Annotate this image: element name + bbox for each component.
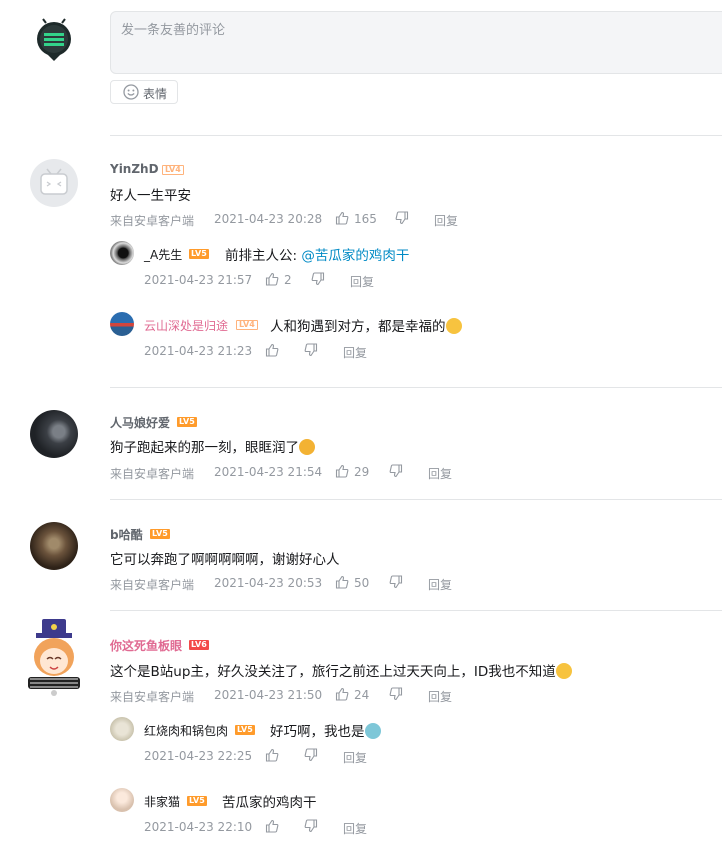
reply-username[interactable]: 红烧肉和锅包肉 [144,722,228,739]
reply-button[interactable]: 回复 [350,273,374,290]
like-count: 50 [354,576,370,590]
like-count: 165 [354,212,377,226]
reply-button[interactable]: 回复 [428,465,452,482]
my-avatar[interactable] [30,17,78,65]
comment-input-placeholder: 发一条友善的评论 [121,23,226,38]
thumb-up-icon[interactable] [335,464,349,478]
thumb-down-icon[interactable] [304,748,318,762]
comment-content: 狗子跑起来的那一刻，眼眶润了 [110,440,299,456]
thumb-up-icon[interactable] [265,343,279,357]
laugh-emoji-icon [555,663,572,679]
thumb-down-icon[interactable] [304,343,318,357]
reply-username[interactable]: 云山深处是归途 [144,317,228,334]
thumb-up-icon[interactable] [265,819,279,833]
reply-avatar[interactable] [110,312,134,336]
thumb-down-icon[interactable] [304,819,318,833]
emoji-button[interactable]: 表情 [110,80,178,104]
reply-avatar[interactable] [110,241,134,265]
thumb-up-icon[interactable] [335,575,349,589]
divider [110,135,722,136]
username[interactable]: 人马娘好爱 [110,414,170,431]
divider [110,499,722,500]
comment-text: 它可以奔跑了啊啊啊啊啊，谢谢好心人 [110,552,340,568]
level-badge: LV6 [189,640,209,650]
comment-text: 好人一生平安 [110,188,191,204]
comment-source: 来自安卓客户端 [110,578,195,592]
reply-username[interactable]: 非家猫 [144,793,180,810]
comment-time: 2021-04-23 21:54 [214,465,323,479]
username[interactable]: b哈酷 [110,526,143,543]
divider [110,387,722,388]
reply-button[interactable]: 回复 [343,820,367,837]
smile-icon [123,84,139,100]
reply-content: 好巧啊，我也是 [270,724,365,740]
reply-text: 前排主人公: @苦瓜家的鸡肉干 [225,244,409,264]
level-badge: LV5 [235,725,255,735]
hug-emoji-icon [364,723,381,739]
reply-text: 好巧啊，我也是 [270,720,381,740]
level-badge: LV5 [189,249,209,259]
thumb-down-icon[interactable] [389,575,403,589]
default-avatar-icon [40,168,68,195]
reply-text: 人和狗遇到对方，都是幸福的 [270,315,462,335]
reply-prefix: 前排主人公: [225,248,302,264]
avatar[interactable] [22,617,86,697]
like-count: 29 [354,465,370,479]
thumb-up-icon[interactable] [265,272,279,286]
reply-username[interactable]: _A先生 [144,246,182,263]
like-count: 24 [354,688,370,702]
thumb-down-icon[interactable] [389,464,403,478]
reply-button[interactable]: 回复 [428,576,452,593]
level-badge: LV5 [177,417,197,427]
reply-avatar[interactable] [110,788,134,812]
reply-button[interactable]: 回复 [428,688,452,705]
username[interactable]: YinZhD [110,162,159,176]
reply-time: 2021-04-23 21:57 [144,273,253,287]
comment-source: 来自安卓客户端 [110,214,195,228]
level-badge: LV5 [150,529,170,539]
level-badge: LV4 [236,320,258,330]
thumb-down-icon[interactable] [395,211,409,225]
smile-emoji-icon [445,318,462,334]
comment-source: 来自安卓客户端 [110,690,195,704]
comment-text: 狗子跑起来的那一刻，眼眶润了 [110,436,315,456]
comment-time: 2021-04-23 20:28 [214,212,323,226]
mention-link[interactable]: @苦瓜家的鸡肉干 [301,248,409,264]
reply-content: 人和狗遇到对方，都是幸福的 [270,319,446,335]
thumb-down-icon[interactable] [311,272,325,286]
username[interactable]: 你这死鱼板眼 [110,637,182,654]
comment-content: 这个是B站up主，好久没关注了，旅行之前还上过天天向上，ID我也不知道 [110,664,556,680]
reply-time: 2021-04-23 22:25 [144,749,253,763]
reply-button[interactable]: 回复 [343,749,367,766]
thumb-up-icon[interactable] [265,748,279,762]
avatar[interactable] [30,159,78,207]
reply-time: 2021-04-23 21:23 [144,344,253,358]
avatar[interactable] [30,522,78,570]
reply-button[interactable]: 回复 [434,212,458,229]
reply-button[interactable]: 回复 [343,344,367,361]
like-count: 2 [284,273,292,287]
reply-text: 苦瓜家的鸡肉干 [222,795,317,811]
comment-time: 2021-04-23 20:53 [214,576,323,590]
crying-emoji-icon [299,439,315,455]
thumb-up-icon[interactable] [335,687,349,701]
comment-text: 这个是B站up主，好久没关注了，旅行之前还上过天天向上，ID我也不知道 [110,660,572,680]
divider [110,610,722,611]
comment-time: 2021-04-23 21:50 [214,688,323,702]
reply-time: 2021-04-23 22:10 [144,820,253,834]
level-badge: LV4 [162,165,184,175]
avatar[interactable] [30,410,78,458]
comment-source: 来自安卓客户端 [110,467,195,481]
comment-input[interactable]: 发一条友善的评论 [110,11,722,74]
level-badge: LV5 [187,796,207,806]
thumb-up-icon[interactable] [335,211,349,225]
thumb-down-icon[interactable] [389,687,403,701]
reply-avatar[interactable] [110,717,134,741]
emoji-button-label: 表情 [143,87,168,101]
